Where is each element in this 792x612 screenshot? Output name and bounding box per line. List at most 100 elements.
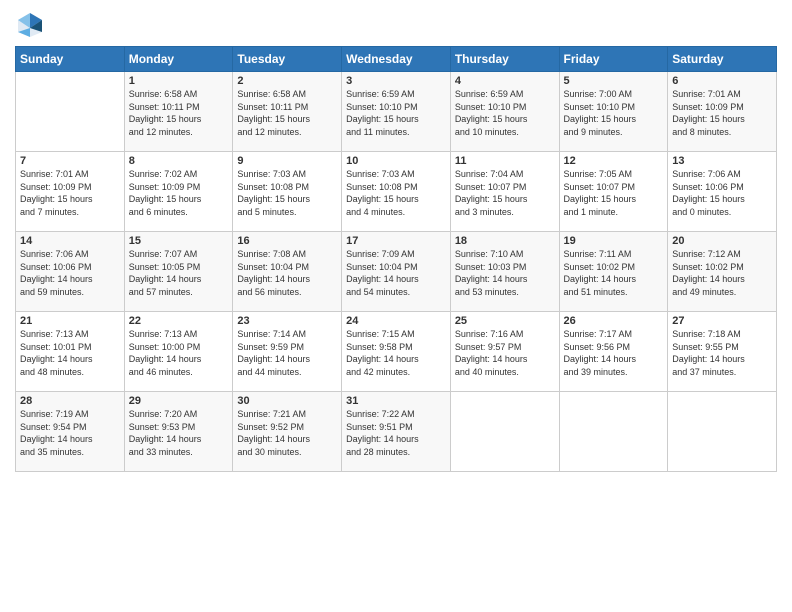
- day-number: 20: [672, 235, 772, 247]
- calendar-cell: 13Sunrise: 7:06 AM Sunset: 10:06 PM Dayl…: [668, 152, 777, 232]
- day-number: 14: [20, 235, 120, 247]
- cell-content: Sunrise: 7:19 AM Sunset: 9:54 PM Dayligh…: [20, 408, 120, 458]
- calendar-cell: 19Sunrise: 7:11 AM Sunset: 10:02 PM Dayl…: [559, 232, 668, 312]
- header-day-monday: Monday: [124, 47, 233, 72]
- calendar-cell: 27Sunrise: 7:18 AM Sunset: 9:55 PM Dayli…: [668, 312, 777, 392]
- cell-content: Sunrise: 6:59 AM Sunset: 10:10 PM Daylig…: [455, 88, 555, 138]
- cell-content: Sunrise: 7:13 AM Sunset: 10:00 PM Daylig…: [129, 328, 229, 378]
- cell-content: Sunrise: 7:11 AM Sunset: 10:02 PM Daylig…: [564, 248, 664, 298]
- calendar-table: SundayMondayTuesdayWednesdayThursdayFrid…: [15, 46, 777, 472]
- day-number: 17: [346, 235, 446, 247]
- day-number: 18: [455, 235, 555, 247]
- day-number: 28: [20, 395, 120, 407]
- day-number: 3: [346, 75, 446, 87]
- day-number: 19: [564, 235, 664, 247]
- cell-content: Sunrise: 7:10 AM Sunset: 10:03 PM Daylig…: [455, 248, 555, 298]
- cell-content: Sunrise: 7:17 AM Sunset: 9:56 PM Dayligh…: [564, 328, 664, 378]
- calendar-cell: 9Sunrise: 7:03 AM Sunset: 10:08 PM Dayli…: [233, 152, 342, 232]
- week-row-3: 21Sunrise: 7:13 AM Sunset: 10:01 PM Dayl…: [16, 312, 777, 392]
- header-day-tuesday: Tuesday: [233, 47, 342, 72]
- calendar-cell: 21Sunrise: 7:13 AM Sunset: 10:01 PM Dayl…: [16, 312, 125, 392]
- cell-content: Sunrise: 6:58 AM Sunset: 10:11 PM Daylig…: [237, 88, 337, 138]
- day-number: 16: [237, 235, 337, 247]
- cell-content: Sunrise: 7:09 AM Sunset: 10:04 PM Daylig…: [346, 248, 446, 298]
- week-row-2: 14Sunrise: 7:06 AM Sunset: 10:06 PM Dayl…: [16, 232, 777, 312]
- day-number: 1: [129, 75, 229, 87]
- header-day-friday: Friday: [559, 47, 668, 72]
- calendar-cell: 14Sunrise: 7:06 AM Sunset: 10:06 PM Dayl…: [16, 232, 125, 312]
- day-number: 7: [20, 155, 120, 167]
- cell-content: Sunrise: 7:08 AM Sunset: 10:04 PM Daylig…: [237, 248, 337, 298]
- header-row: SundayMondayTuesdayWednesdayThursdayFrid…: [16, 47, 777, 72]
- cell-content: Sunrise: 6:58 AM Sunset: 10:11 PM Daylig…: [129, 88, 229, 138]
- calendar-cell: 18Sunrise: 7:10 AM Sunset: 10:03 PM Dayl…: [450, 232, 559, 312]
- calendar-cell: 23Sunrise: 7:14 AM Sunset: 9:59 PM Dayli…: [233, 312, 342, 392]
- day-number: 25: [455, 315, 555, 327]
- header-day-wednesday: Wednesday: [342, 47, 451, 72]
- calendar-cell: 2Sunrise: 6:58 AM Sunset: 10:11 PM Dayli…: [233, 72, 342, 152]
- calendar-header: SundayMondayTuesdayWednesdayThursdayFrid…: [16, 47, 777, 72]
- day-number: 21: [20, 315, 120, 327]
- cell-content: Sunrise: 7:21 AM Sunset: 9:52 PM Dayligh…: [237, 408, 337, 458]
- week-row-1: 7Sunrise: 7:01 AM Sunset: 10:09 PM Dayli…: [16, 152, 777, 232]
- week-row-0: 1Sunrise: 6:58 AM Sunset: 10:11 PM Dayli…: [16, 72, 777, 152]
- day-number: 26: [564, 315, 664, 327]
- day-number: 8: [129, 155, 229, 167]
- calendar-cell: 7Sunrise: 7:01 AM Sunset: 10:09 PM Dayli…: [16, 152, 125, 232]
- calendar-cell: [450, 392, 559, 472]
- day-number: 24: [346, 315, 446, 327]
- calendar-cell: 4Sunrise: 6:59 AM Sunset: 10:10 PM Dayli…: [450, 72, 559, 152]
- cell-content: Sunrise: 7:20 AM Sunset: 9:53 PM Dayligh…: [129, 408, 229, 458]
- calendar-cell: 26Sunrise: 7:17 AM Sunset: 9:56 PM Dayli…: [559, 312, 668, 392]
- cell-content: Sunrise: 7:06 AM Sunset: 10:06 PM Daylig…: [672, 168, 772, 218]
- calendar-cell: 12Sunrise: 7:05 AM Sunset: 10:07 PM Dayl…: [559, 152, 668, 232]
- cell-content: Sunrise: 7:01 AM Sunset: 10:09 PM Daylig…: [672, 88, 772, 138]
- day-number: 6: [672, 75, 772, 87]
- calendar-cell: 11Sunrise: 7:04 AM Sunset: 10:07 PM Dayl…: [450, 152, 559, 232]
- header: [15, 10, 777, 40]
- cell-content: Sunrise: 7:18 AM Sunset: 9:55 PM Dayligh…: [672, 328, 772, 378]
- calendar-cell: 30Sunrise: 7:21 AM Sunset: 9:52 PM Dayli…: [233, 392, 342, 472]
- day-number: 30: [237, 395, 337, 407]
- cell-content: Sunrise: 7:00 AM Sunset: 10:10 PM Daylig…: [564, 88, 664, 138]
- cell-content: Sunrise: 7:15 AM Sunset: 9:58 PM Dayligh…: [346, 328, 446, 378]
- calendar-cell: 25Sunrise: 7:16 AM Sunset: 9:57 PM Dayli…: [450, 312, 559, 392]
- day-number: 11: [455, 155, 555, 167]
- cell-content: Sunrise: 7:03 AM Sunset: 10:08 PM Daylig…: [237, 168, 337, 218]
- header-day-thursday: Thursday: [450, 47, 559, 72]
- calendar-cell: 24Sunrise: 7:15 AM Sunset: 9:58 PM Dayli…: [342, 312, 451, 392]
- cell-content: Sunrise: 7:03 AM Sunset: 10:08 PM Daylig…: [346, 168, 446, 218]
- cell-content: Sunrise: 7:02 AM Sunset: 10:09 PM Daylig…: [129, 168, 229, 218]
- cell-content: Sunrise: 7:07 AM Sunset: 10:05 PM Daylig…: [129, 248, 229, 298]
- logo-icon: [15, 10, 45, 40]
- week-row-4: 28Sunrise: 7:19 AM Sunset: 9:54 PM Dayli…: [16, 392, 777, 472]
- calendar-cell: 5Sunrise: 7:00 AM Sunset: 10:10 PM Dayli…: [559, 72, 668, 152]
- calendar-cell: 31Sunrise: 7:22 AM Sunset: 9:51 PM Dayli…: [342, 392, 451, 472]
- cell-content: Sunrise: 7:06 AM Sunset: 10:06 PM Daylig…: [20, 248, 120, 298]
- logo: [15, 10, 49, 40]
- day-number: 15: [129, 235, 229, 247]
- calendar-cell: 10Sunrise: 7:03 AM Sunset: 10:08 PM Dayl…: [342, 152, 451, 232]
- calendar-cell: 28Sunrise: 7:19 AM Sunset: 9:54 PM Dayli…: [16, 392, 125, 472]
- calendar-cell: 1Sunrise: 6:58 AM Sunset: 10:11 PM Dayli…: [124, 72, 233, 152]
- cell-content: Sunrise: 7:16 AM Sunset: 9:57 PM Dayligh…: [455, 328, 555, 378]
- day-number: 29: [129, 395, 229, 407]
- cell-content: Sunrise: 7:04 AM Sunset: 10:07 PM Daylig…: [455, 168, 555, 218]
- header-day-saturday: Saturday: [668, 47, 777, 72]
- day-number: 10: [346, 155, 446, 167]
- day-number: 4: [455, 75, 555, 87]
- cell-content: Sunrise: 7:01 AM Sunset: 10:09 PM Daylig…: [20, 168, 120, 218]
- day-number: 27: [672, 315, 772, 327]
- calendar-cell: 6Sunrise: 7:01 AM Sunset: 10:09 PM Dayli…: [668, 72, 777, 152]
- day-number: 31: [346, 395, 446, 407]
- calendar-body: 1Sunrise: 6:58 AM Sunset: 10:11 PM Dayli…: [16, 72, 777, 472]
- cell-content: Sunrise: 7:22 AM Sunset: 9:51 PM Dayligh…: [346, 408, 446, 458]
- cell-content: Sunrise: 7:05 AM Sunset: 10:07 PM Daylig…: [564, 168, 664, 218]
- calendar-cell: [16, 72, 125, 152]
- calendar-cell: 17Sunrise: 7:09 AM Sunset: 10:04 PM Dayl…: [342, 232, 451, 312]
- day-number: 13: [672, 155, 772, 167]
- calendar-cell: 22Sunrise: 7:13 AM Sunset: 10:00 PM Dayl…: [124, 312, 233, 392]
- day-number: 9: [237, 155, 337, 167]
- day-number: 23: [237, 315, 337, 327]
- page: SundayMondayTuesdayWednesdayThursdayFrid…: [0, 0, 792, 612]
